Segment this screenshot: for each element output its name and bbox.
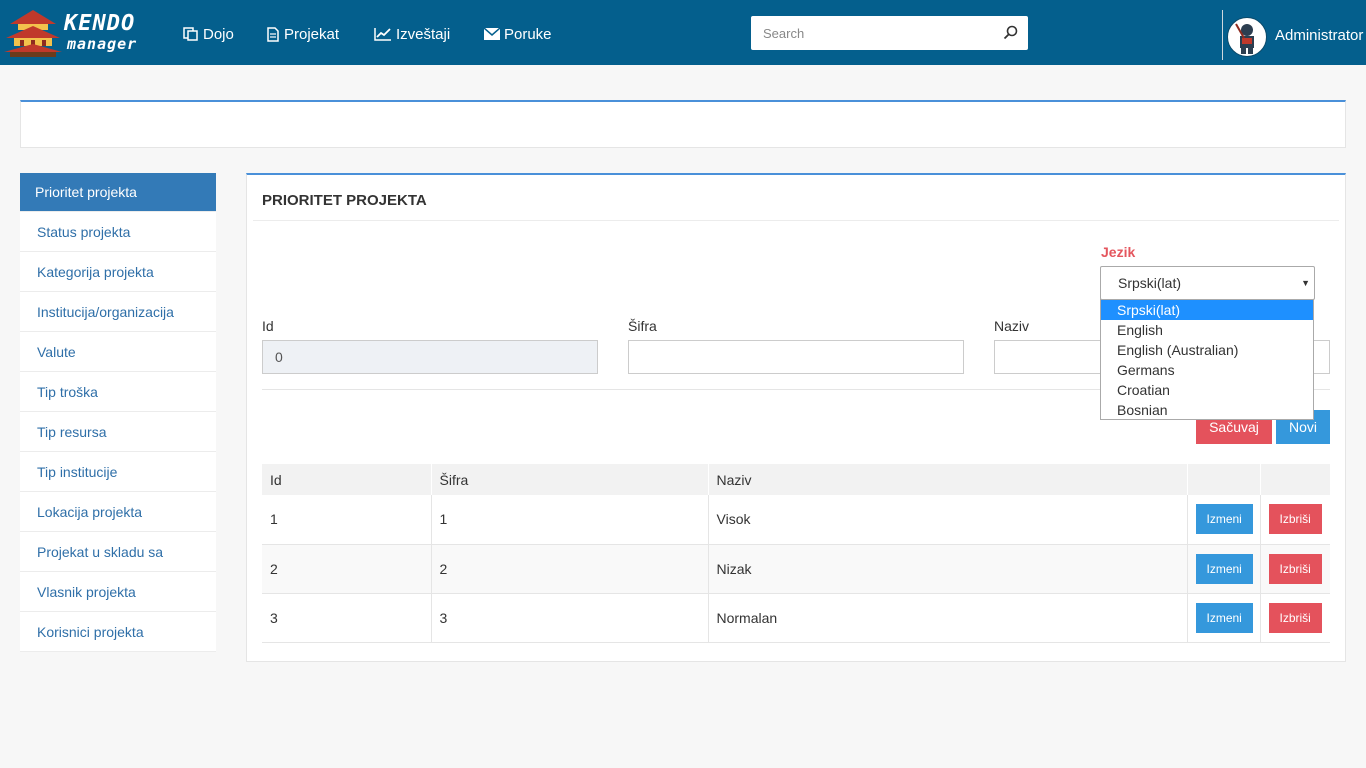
sifra-label: Šifra	[628, 318, 657, 334]
column-header-naziv: Naziv	[708, 464, 1188, 495]
kendo-fighter-icon	[1235, 23, 1254, 54]
sidebar-item-prioritet-projekta[interactable]: Prioritet projekta	[20, 173, 216, 212]
cell-edit: Izmeni	[1187, 544, 1261, 594]
pagoda-icon	[4, 10, 62, 57]
column-header-edit	[1187, 464, 1261, 495]
table-row: 1 1 Visok Izmeni Izbriši	[262, 495, 1330, 545]
language-option-english-australian[interactable]: English (Australian)	[1101, 340, 1313, 360]
column-header-id: Id	[262, 464, 432, 495]
sidebar-item-tip-troska[interactable]: Tip troška	[20, 372, 216, 412]
column-header-delete	[1260, 464, 1330, 495]
sidebar-item-status-projekta[interactable]: Status projekta	[20, 212, 216, 252]
sidebar-item-kategorija-projekta[interactable]: Kategorija projekta	[20, 252, 216, 292]
table-row: 2 2 Nizak Izmeni Izbriši	[262, 544, 1330, 594]
user-name[interactable]: Administrator	[1275, 27, 1363, 44]
cell-sifra: 2	[431, 544, 709, 594]
breadcrumb-panel	[20, 100, 1346, 148]
line-chart-icon	[374, 28, 391, 41]
cell-id: 3	[262, 593, 432, 643]
nav-divider	[1222, 10, 1223, 60]
sidebar-item-tip-resursa[interactable]: Tip resursa	[20, 412, 216, 452]
cell-sifra: 3	[431, 593, 709, 643]
nav-izvestaji[interactable]: Izveštaji	[374, 24, 450, 44]
sidebar-item-vlasnik-projekta[interactable]: Vlasnik projekta	[20, 572, 216, 612]
language-selected-value: Srpski(lat)	[1118, 275, 1182, 291]
page-title: PRIORITET PROJEKTA	[262, 192, 427, 209]
edit-button[interactable]: Izmeni	[1195, 602, 1253, 633]
sidebar-item-institucija-organizacija[interactable]: Institucija/organizacija	[20, 292, 216, 332]
language-label: Jezik	[1101, 244, 1136, 260]
top-navbar: KENDO manager Dojo Projekat Izveštaji Po…	[0, 0, 1366, 65]
nav-dojo-label: Dojo	[203, 25, 234, 43]
sidebar-item-lokacija-projekta[interactable]: Lokacija projekta	[20, 492, 216, 532]
id-label: Id	[262, 318, 274, 334]
naziv-label: Naziv	[994, 318, 1030, 334]
kendo-manager-logo[interactable]: KENDO manager	[4, 8, 154, 58]
logo-line1: KENDO	[64, 11, 136, 36]
table-row: 3 3 Normalan Izmeni Izbriši	[262, 593, 1330, 643]
sifra-field[interactable]	[628, 340, 964, 374]
cell-delete: Izbriši	[1260, 544, 1330, 594]
language-option-bosnian[interactable]: Bosnian	[1101, 400, 1313, 420]
nav-izvestaji-label: Izveštaji	[396, 25, 451, 43]
sidebar-item-valute[interactable]: Valute	[20, 332, 216, 372]
title-divider	[253, 220, 1339, 221]
delete-button[interactable]: Izbriši	[1268, 504, 1322, 535]
dropdown-arrow-icon: ▼	[1301, 278, 1310, 288]
language-option-croatian[interactable]: Croatian	[1101, 380, 1313, 400]
edit-button[interactable]: Izmeni	[1195, 504, 1253, 535]
sidebar-item-korisnici-projekta[interactable]: Korisnici projekta	[20, 612, 216, 652]
language-option-srpski-lat[interactable]: Srpski(lat)	[1101, 300, 1313, 320]
delete-button[interactable]: Izbriši	[1268, 602, 1322, 633]
logo-line2: manager	[67, 35, 138, 53]
nav-dojo[interactable]: Dojo	[183, 24, 234, 44]
sidebar-item-projekat-u-skladu-sa[interactable]: Projekat u skladu sa	[20, 532, 216, 572]
cell-id: 1	[262, 495, 432, 545]
search-box	[751, 16, 1028, 50]
column-header-sifra: Šifra	[431, 464, 709, 495]
edit-button[interactable]: Izmeni	[1195, 553, 1253, 584]
cell-edit: Izmeni	[1187, 495, 1261, 545]
search-input[interactable]	[751, 16, 991, 50]
nav-projekat-label: Projekat	[284, 25, 340, 43]
delete-button[interactable]: Izbriši	[1268, 553, 1322, 584]
cell-sifra: 1	[431, 495, 709, 545]
cell-delete: Izbriši	[1260, 593, 1330, 643]
cell-delete: Izbriši	[1260, 495, 1330, 545]
cell-naziv: Normalan	[708, 593, 1188, 643]
search-icon[interactable]	[1003, 25, 1018, 40]
table-header-row: Id Šifra Naziv	[262, 464, 1330, 495]
priority-table: Id Šifra Naziv 1 1 Visok Izmeni Izbriši …	[262, 464, 1330, 643]
language-option-germans[interactable]: Germans	[1101, 360, 1313, 380]
cell-naziv: Nizak	[708, 544, 1188, 594]
language-dropdown-list: Srpski(lat) English English (Australian)…	[1100, 299, 1314, 420]
nav-projekat[interactable]: Projekat	[266, 24, 339, 44]
copy-icon	[183, 27, 198, 41]
envelope-icon	[484, 28, 500, 40]
nav-poruke[interactable]: Poruke	[484, 24, 552, 44]
cell-naziv: Visok	[708, 495, 1188, 545]
cell-id: 2	[262, 544, 432, 594]
language-option-english[interactable]: English	[1101, 320, 1313, 340]
cell-edit: Izmeni	[1187, 593, 1261, 643]
sidebar: Prioritet projekta Status projekta Kateg…	[20, 173, 216, 652]
logo-text: KENDO manager	[64, 11, 138, 54]
avatar[interactable]	[1227, 17, 1267, 57]
nav-poruke-label: Poruke	[504, 25, 552, 43]
document-icon	[267, 26, 279, 42]
id-field[interactable]	[262, 340, 598, 374]
sidebar-item-tip-institucije[interactable]: Tip institucije	[20, 452, 216, 492]
language-select[interactable]: Srpski(lat) ▼	[1100, 266, 1315, 300]
